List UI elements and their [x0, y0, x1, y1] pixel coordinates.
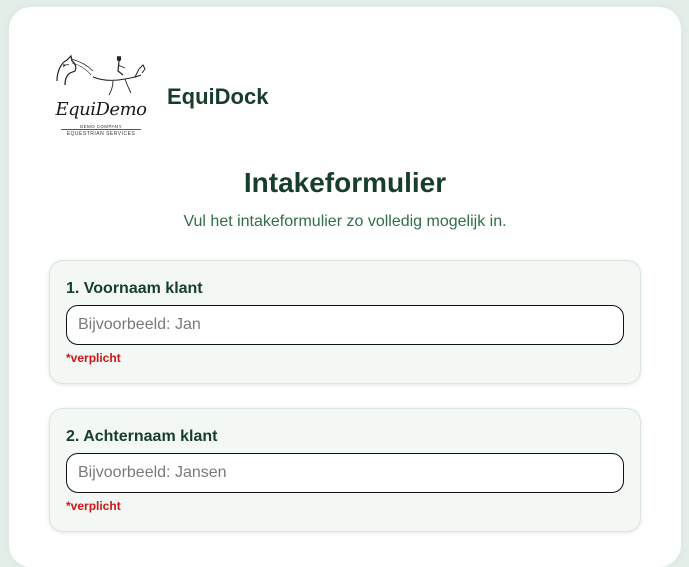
required-note: *verplicht: [66, 351, 121, 365]
first-name-input[interactable]: [66, 305, 624, 345]
required-note: *verplicht: [66, 499, 121, 513]
header: EquiDemo DEMO COMPANY EQUESTRIAN SERVICE…: [53, 51, 268, 143]
field-last-name: 2. Achternaam klant *verplicht: [49, 408, 641, 532]
last-name-input[interactable]: [66, 453, 624, 493]
horse-rider-icon: [56, 54, 146, 96]
page-subtitle: Vul het intakeformulier zo volledig moge…: [183, 213, 507, 230]
form-card: EquiDemo DEMO COMPANY EQUESTRIAN SERVICE…: [9, 7, 681, 567]
page-title: Intakeformulier: [243, 167, 447, 198]
field-label: 1. Voornaam klant: [66, 280, 203, 297]
equidemo-logo: EquiDemo DEMO COMPANY EQUESTRIAN SERVICE…: [53, 51, 149, 143]
field-first-name: 1. Voornaam klant *verplicht: [49, 260, 641, 384]
brand-name: EquiDock: [167, 84, 269, 109]
logo-name: EquiDemo: [55, 99, 147, 120]
logo-line2: EQUESTRIAN SERVICES: [66, 131, 136, 137]
logo-divider: [61, 129, 141, 130]
field-label: 2. Achternaam klant: [66, 428, 218, 445]
